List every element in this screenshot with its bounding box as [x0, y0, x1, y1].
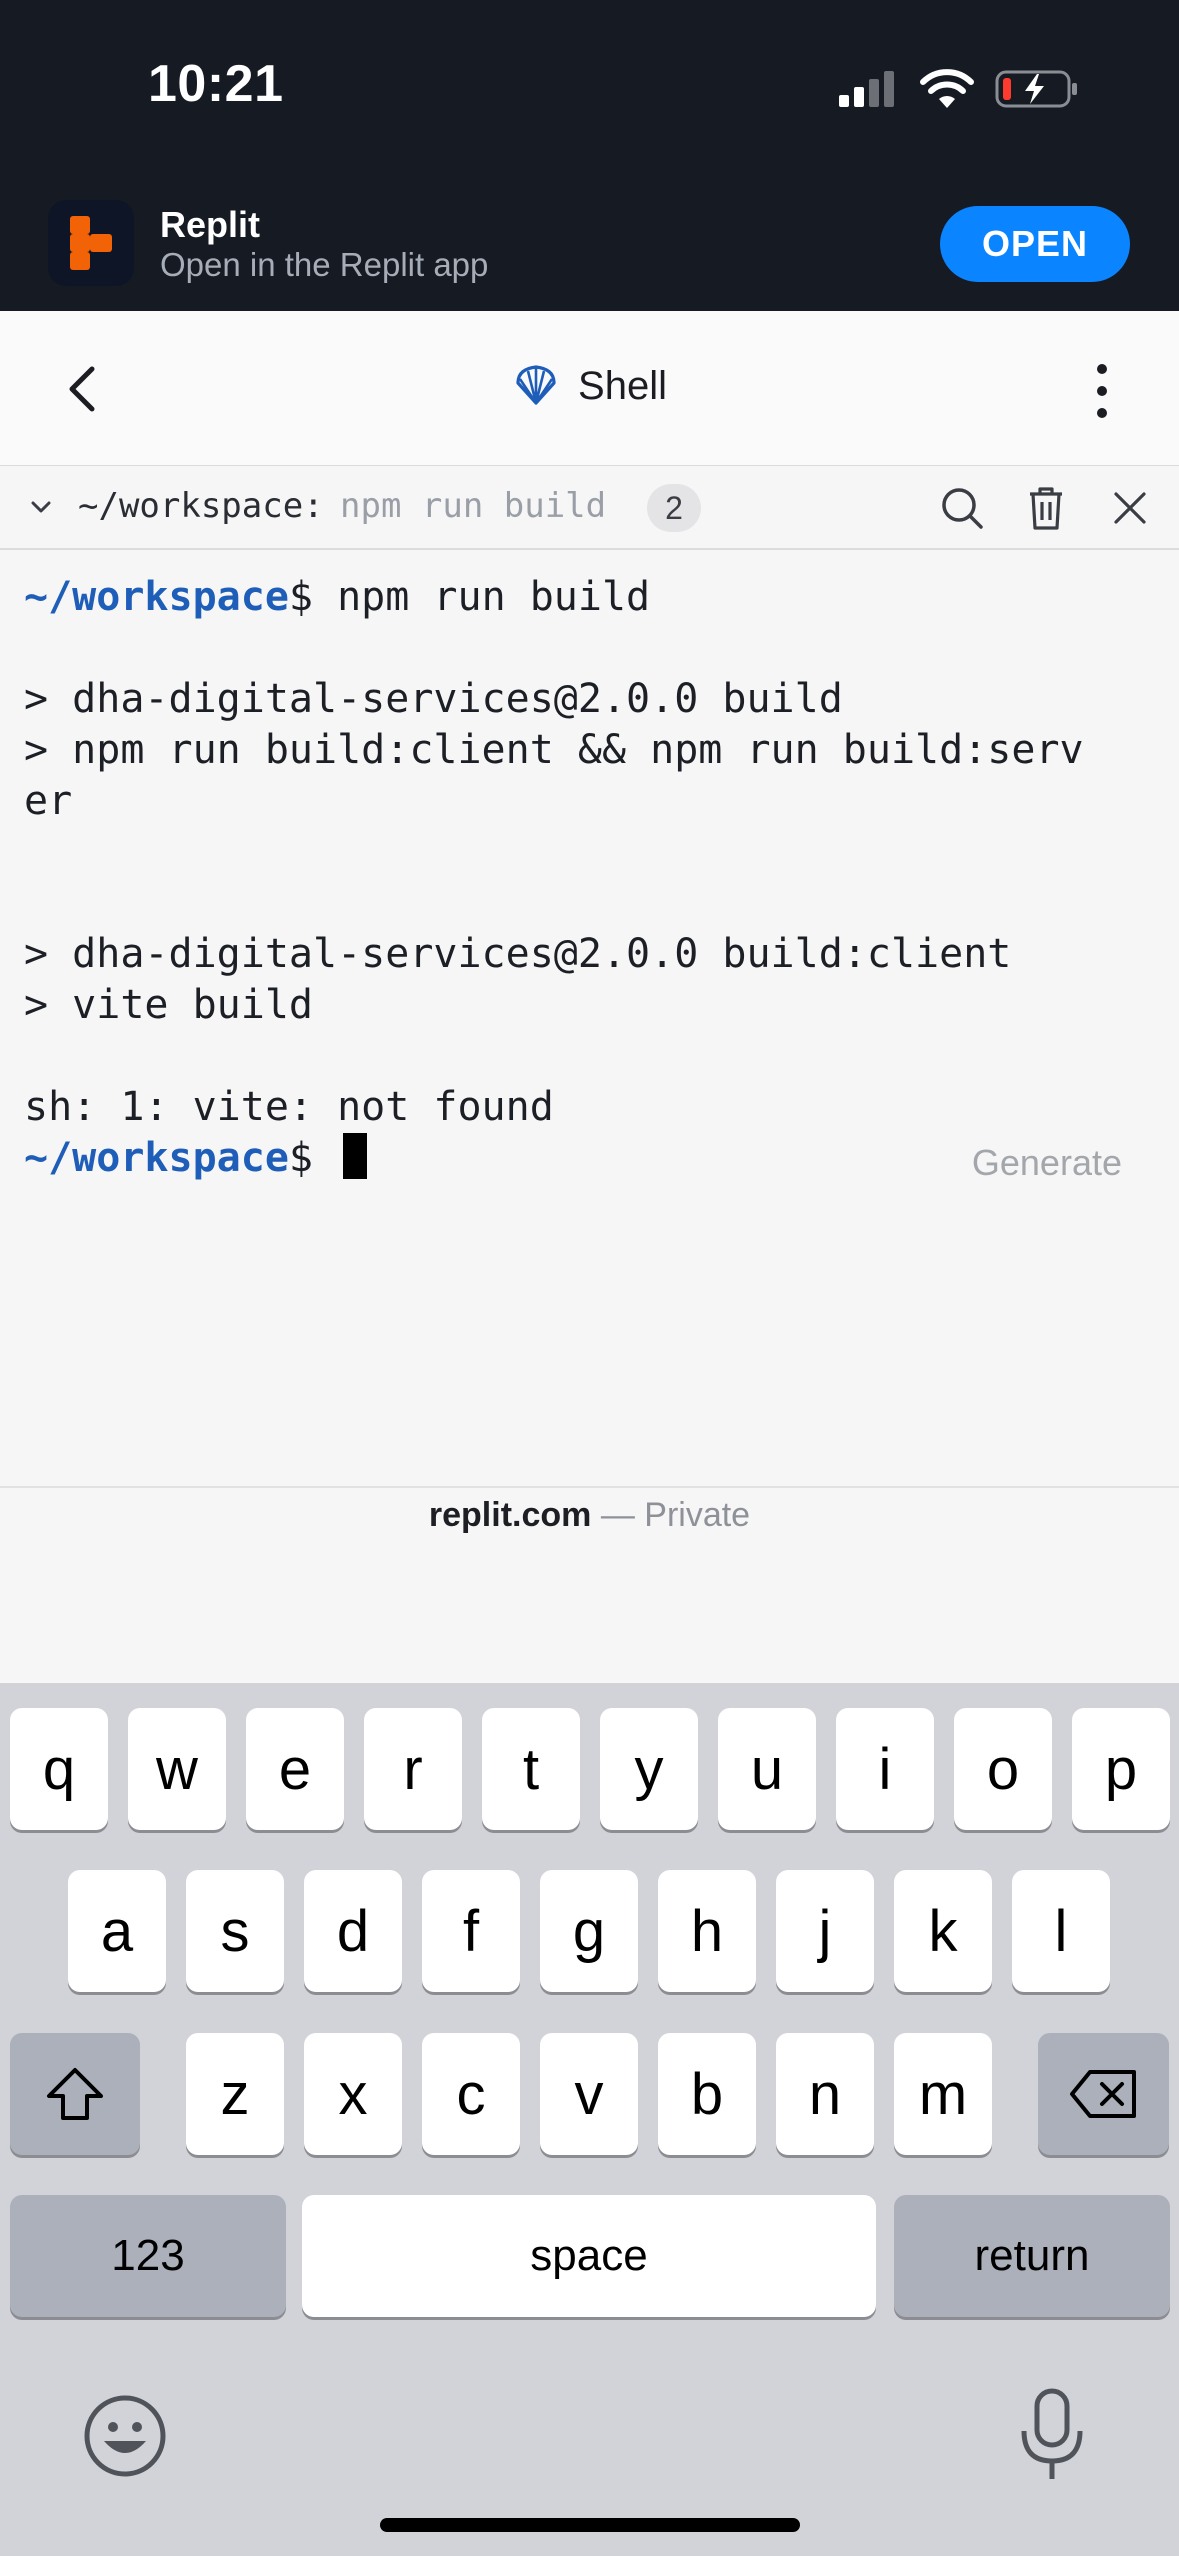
- backspace-icon: [1069, 2070, 1136, 2118]
- search-icon: [942, 488, 983, 529]
- key-f[interactable]: f: [422, 1870, 520, 1992]
- shell-tab-path[interactable]: ~/workspace:: [78, 486, 324, 526]
- key-t[interactable]: t: [482, 1708, 580, 1830]
- microphone-icon: [1021, 2388, 1083, 2479]
- header-title-group: Shell: [0, 363, 1179, 409]
- collapse-toggle[interactable]: [26, 492, 56, 522]
- battery-charging-icon: [995, 70, 1077, 108]
- terminal-line-out3: er: [24, 778, 73, 824]
- footer-domain: replit.com: [428, 1496, 592, 1534]
- key-r[interactable]: r: [364, 1708, 462, 1830]
- header-title: Shell: [578, 363, 667, 408]
- shell-tab-bar: ~/workspace: npm run build 2: [0, 466, 1179, 550]
- numbers-key[interactable]: 123: [10, 2195, 286, 2317]
- banner-subtitle: Open in the Replit app: [160, 246, 489, 283]
- shift-arrow-icon: [47, 2068, 103, 2120]
- key-o[interactable]: o: [954, 1708, 1052, 1830]
- close-shell-button[interactable]: [1106, 484, 1154, 532]
- emoji-button[interactable]: [82, 2393, 168, 2479]
- status-and-banner: 10:21 Replit Open in the Replit app OPEN: [0, 0, 1179, 311]
- generate-button[interactable]: Generate: [972, 1142, 1122, 1184]
- footer-visibility: — Private: [591, 1496, 751, 1534]
- terminal-line-out6: sh: 1: vite: not found: [24, 1084, 554, 1130]
- key-s[interactable]: s: [186, 1870, 284, 1992]
- text-cursor: [343, 1133, 368, 1179]
- chevron-down-icon: [31, 501, 51, 513]
- key-j[interactable]: j: [776, 1870, 874, 1992]
- key-c[interactable]: c: [422, 2033, 520, 2155]
- dictation-button[interactable]: [1012, 2387, 1092, 2483]
- key-y[interactable]: y: [600, 1708, 698, 1830]
- key-d[interactable]: d: [304, 1870, 402, 1992]
- key-n[interactable]: n: [776, 2033, 874, 2155]
- more-vertical-icon: [1097, 364, 1107, 418]
- clear-button[interactable]: [1022, 484, 1070, 532]
- key-q[interactable]: q: [10, 1708, 108, 1830]
- key-p[interactable]: p: [1072, 1708, 1170, 1830]
- wifi-icon: [920, 69, 974, 108]
- key-b[interactable]: b: [658, 2033, 756, 2155]
- terminal-line-out1: > dha-digital-services@2.0.0 build: [24, 676, 843, 722]
- shell-icon: [516, 365, 556, 405]
- key-a[interactable]: a: [68, 1870, 166, 1992]
- terminal-output[interactable]: ~/workspace$ npm run build > dha-digital…: [24, 572, 1154, 1472]
- key-v[interactable]: v: [540, 2033, 638, 2155]
- shell-tab-command[interactable]: npm run build: [340, 486, 606, 526]
- status-icons: [837, 64, 1079, 114]
- prompt-path: ~/workspace: [24, 574, 289, 620]
- key-u[interactable]: u: [718, 1708, 816, 1830]
- footer-divider: [0, 1486, 1179, 1488]
- key-x[interactable]: x: [304, 2033, 402, 2155]
- app-banner: Replit Open in the Replit app OPEN: [0, 200, 1179, 311]
- terminal-line-out5: > vite build: [24, 982, 313, 1028]
- key-l[interactable]: l: [1012, 1870, 1110, 1992]
- terminal-line-out4: > dha-digital-services@2.0.0 build:clien…: [24, 931, 1012, 977]
- key-k[interactable]: k: [894, 1870, 992, 1992]
- signal-icon: [839, 71, 894, 107]
- key-w[interactable]: w: [128, 1708, 226, 1830]
- terminal-current-prompt: ~/workspace$: [24, 1133, 368, 1181]
- open-app-button[interactable]: OPEN: [940, 206, 1130, 282]
- key-i[interactable]: i: [836, 1708, 934, 1830]
- key-g[interactable]: g: [540, 1870, 638, 1992]
- search-button[interactable]: [938, 484, 986, 532]
- space-key[interactable]: space: [302, 2195, 876, 2317]
- key-m[interactable]: m: [894, 2033, 992, 2155]
- shell-count-badge[interactable]: 2: [647, 484, 701, 532]
- close-icon: [1114, 492, 1146, 524]
- return-key[interactable]: return: [894, 2195, 1170, 2317]
- more-options-button[interactable]: [1087, 361, 1117, 421]
- backspace-key[interactable]: [1038, 2033, 1169, 2155]
- key-h[interactable]: h: [658, 1870, 756, 1992]
- key-e[interactable]: e: [246, 1708, 344, 1830]
- terminal-line-1: ~/workspace$ npm run build: [24, 574, 651, 620]
- shift-key[interactable]: [10, 2033, 140, 2155]
- status-time: 10:21: [148, 55, 284, 113]
- banner-title: Replit: [160, 204, 261, 245]
- replit-logo-icon: [48, 200, 134, 286]
- app-header: Shell: [0, 311, 1179, 467]
- home-indicator: [380, 2518, 800, 2532]
- trash-icon: [1030, 487, 1062, 530]
- on-screen-keyboard: q w e r t y u i o p a s d f g h j k l z …: [0, 1683, 1179, 2556]
- browser-footer: replit.com — Private: [0, 1496, 1179, 1535]
- key-z[interactable]: z: [186, 2033, 284, 2155]
- prompt-path: ~/workspace: [24, 1135, 289, 1181]
- terminal-line-out2: > npm run build:client && npm run build:…: [24, 727, 1084, 773]
- emoji-icon: [84, 2395, 166, 2477]
